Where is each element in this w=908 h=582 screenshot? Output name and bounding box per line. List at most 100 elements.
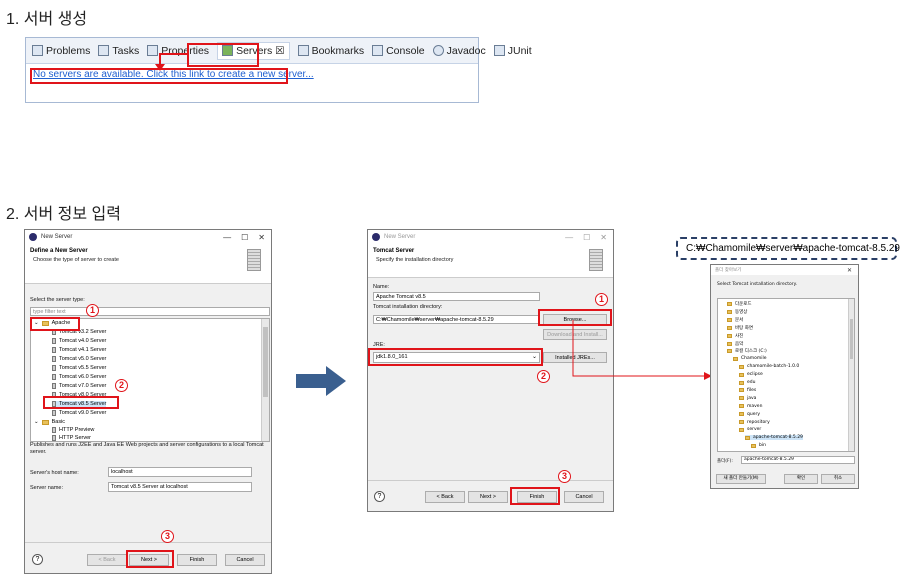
tree-basic-item[interactable]: HTTP Server bbox=[52, 435, 91, 441]
folder-icon bbox=[739, 372, 744, 377]
tree-server-item[interactable]: Tomcat v4.0 Server bbox=[52, 338, 106, 344]
close-icon[interactable]: ✕ bbox=[258, 233, 265, 242]
wizard-banner-icon bbox=[589, 249, 603, 271]
server-type-tree[interactable] bbox=[30, 318, 270, 442]
help-icon[interactable]: ? bbox=[32, 554, 43, 565]
folder-icon bbox=[739, 404, 744, 409]
folder-tree-item[interactable]: java bbox=[739, 396, 756, 401]
folder-tree-item[interactable]: repository bbox=[739, 420, 770, 425]
filter-input[interactable]: type filter text bbox=[30, 307, 270, 316]
folder-tree-item[interactable]: eclipse bbox=[739, 372, 763, 377]
folder-icon bbox=[745, 435, 750, 440]
folder-icon bbox=[739, 388, 744, 393]
highlight-finish bbox=[510, 487, 560, 505]
minimize-icon[interactable]: — bbox=[565, 233, 573, 242]
bookmarks-icon bbox=[297, 45, 309, 56]
close-icon[interactable]: ✕ bbox=[600, 233, 607, 242]
tab-junit[interactable]: JUnit bbox=[493, 45, 532, 57]
folder-tree-item[interactable]: 로컬 디스크 (C:) bbox=[727, 348, 767, 354]
wizard-header: Define a New Server Choose the type of s… bbox=[25, 244, 271, 284]
back-button[interactable]: < Back bbox=[87, 554, 127, 566]
close-icon[interactable]: ✕ bbox=[847, 267, 852, 274]
dialog-titlebar: 폴더 찾아보기 ✕ bbox=[711, 265, 858, 275]
maximize-icon[interactable]: ☐ bbox=[241, 233, 248, 242]
folder-icon bbox=[739, 380, 744, 385]
help-icon[interactable]: ? bbox=[374, 491, 385, 502]
step-marker-2: 2 bbox=[115, 379, 128, 392]
folder-icon bbox=[739, 420, 744, 424]
folder-tree-item[interactable]: apache-tomcat-8.5.29 bbox=[745, 435, 803, 441]
ok-button[interactable]: 확인 bbox=[784, 474, 818, 484]
step-marker-3: 3 bbox=[558, 470, 571, 483]
new-folder-button[interactable]: 새 폴더 만들기(M) bbox=[716, 474, 766, 484]
tree-basic-item[interactable]: HTTP Preview bbox=[52, 427, 94, 433]
section2-heading: 2. 서버 정보 입력 bbox=[6, 206, 121, 223]
folder-tree-item[interactable]: server bbox=[739, 427, 761, 432]
folder-tree-item[interactable]: 음악 bbox=[727, 341, 743, 347]
folder-tree-item[interactable]: edu bbox=[739, 380, 755, 385]
cancel-button[interactable]: 취소 bbox=[821, 474, 855, 484]
pointer-arrow bbox=[155, 53, 187, 71]
highlight-servers-tab bbox=[187, 43, 259, 67]
dialog-titlebar: New Server — ☐ ✕ bbox=[25, 230, 271, 244]
junit-icon bbox=[493, 45, 505, 56]
folder-tree-item[interactable]: chamomile-batch-1.0.0 bbox=[739, 364, 799, 369]
server-icon bbox=[52, 410, 56, 416]
folder-tree-item[interactable]: bin bbox=[751, 443, 766, 448]
problems-icon bbox=[32, 45, 43, 56]
folder-icon bbox=[727, 349, 732, 354]
folder-icon bbox=[739, 364, 744, 369]
next-button[interactable]: Next > bbox=[468, 491, 508, 503]
folder-tree-item[interactable]: 사진 bbox=[727, 333, 743, 339]
folder-path-field[interactable]: apache-tomcat-8.5.29 bbox=[741, 456, 855, 464]
server-name-field[interactable]: Tomcat v8.5 Server at localhost bbox=[108, 482, 252, 492]
folder-tree-item[interactable]: query bbox=[739, 412, 760, 417]
tree-server-item[interactable]: Tomcat v7.0 Server bbox=[52, 383, 106, 389]
folder-tree-item[interactable]: 다운로드 bbox=[727, 301, 752, 307]
tab-console[interactable]: Console bbox=[372, 45, 425, 57]
server-icon bbox=[52, 383, 56, 389]
tab-tasks[interactable]: Tasks bbox=[98, 45, 139, 57]
tab-bookmarks[interactable]: Bookmarks bbox=[297, 45, 364, 57]
tree-server-item[interactable]: Tomcat v6.0 Server bbox=[52, 374, 106, 380]
tab-javadoc[interactable]: Javadoc bbox=[432, 45, 486, 57]
connector-arrow bbox=[572, 320, 712, 380]
install-dir-field[interactable]: C:₩Chamomile₩server₩apache-tomcat-8.5.29 bbox=[373, 315, 540, 324]
maximize-icon[interactable]: ☐ bbox=[583, 233, 590, 242]
folder-tree-item[interactable]: files bbox=[739, 388, 756, 393]
javadoc-icon bbox=[432, 45, 444, 56]
tree-server-item[interactable]: Tomcat v4.1 Server bbox=[52, 347, 106, 353]
step-marker-1: 1 bbox=[595, 293, 608, 306]
back-button[interactable]: < Back bbox=[425, 491, 465, 503]
eclipse-logo-icon bbox=[29, 233, 37, 241]
step-marker-2: 2 bbox=[537, 370, 550, 383]
tasks-icon bbox=[98, 45, 110, 56]
runtime-name-field[interactable]: Apache Tomcat v8.5 bbox=[373, 292, 540, 301]
folder-icon bbox=[739, 412, 744, 417]
folder-icon bbox=[727, 317, 732, 322]
folder-tree-item[interactable]: Chamomile bbox=[733, 356, 767, 361]
cancel-button[interactable]: Cancel bbox=[225, 554, 265, 566]
folder-icon bbox=[733, 356, 738, 361]
minimize-icon[interactable]: — bbox=[223, 233, 231, 242]
highlight-jre bbox=[368, 348, 543, 366]
server-icon bbox=[52, 435, 56, 441]
finish-button[interactable]: Finish bbox=[177, 554, 217, 566]
tree-server-item[interactable]: Tomcat v5.5 Server bbox=[52, 365, 106, 371]
server-icon bbox=[52, 356, 56, 362]
tree-server-item[interactable]: Tomcat v5.0 Server bbox=[52, 356, 106, 362]
section1-heading: 1. 서버 생성 bbox=[6, 11, 88, 28]
host-name-field[interactable]: localhost bbox=[108, 467, 252, 477]
folder-tree-item[interactable]: 문서 bbox=[727, 317, 743, 323]
tree-server-item[interactable]: Tomcat v9.0 Server bbox=[52, 410, 106, 416]
folder-tree-item[interactable]: 동영상 bbox=[727, 309, 747, 315]
cancel-button[interactable]: Cancel bbox=[564, 491, 604, 503]
folder-tree-item[interactable]: 바탕 화면 bbox=[727, 325, 753, 331]
folder-scrollbar[interactable] bbox=[848, 299, 854, 451]
tab-problems[interactable]: Problems bbox=[32, 45, 90, 57]
wizard-banner-icon bbox=[247, 249, 261, 271]
folder-tree-item[interactable]: maven bbox=[739, 404, 762, 409]
tree-scrollbar[interactable] bbox=[261, 319, 269, 441]
tree-basic[interactable]: ⌄ Basic bbox=[34, 419, 65, 425]
server-icon bbox=[52, 338, 56, 344]
